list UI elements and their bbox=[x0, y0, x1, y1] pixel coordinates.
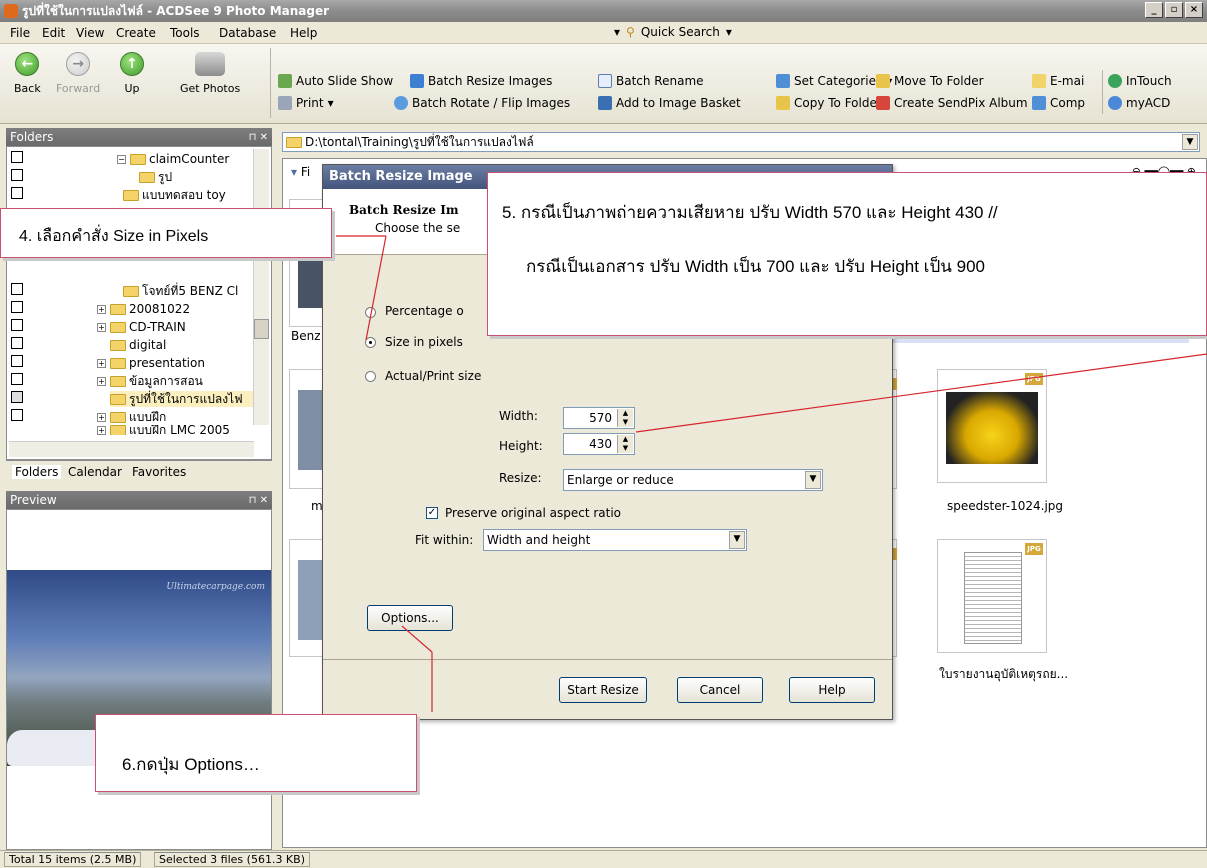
status-bar: Total 15 items (2.5 MB) Selected 3 files… bbox=[0, 850, 1207, 868]
callout-step-5-line1: 5. กรณีเป็นภาพถ่ายความเสียหาย ปรับ Width… bbox=[502, 203, 998, 222]
callout-step-5: 5. กรณีเป็นภาพถ่ายความเสียหาย ปรับ Width… bbox=[487, 172, 1207, 336]
callout-step-6-text: 6.กดปุ่ม Options… bbox=[122, 755, 260, 774]
callout-step-5-line2: กรณีเป็นเอกสาร ปรับ Width เป็น 700 และ ป… bbox=[526, 257, 985, 276]
callout-step-4: 4. เลือกคำสั่ง Size in Pixels bbox=[0, 208, 332, 258]
callout-6-line-b bbox=[401, 625, 433, 653]
callout-5-line bbox=[635, 353, 1207, 433]
callout-4-line-b bbox=[365, 235, 387, 341]
status-selected: Selected 3 files (561.3 KB) bbox=[154, 852, 310, 867]
callout-step-6: 6.กดปุ่ม Options… bbox=[95, 714, 417, 792]
status-total: Total 15 items (2.5 MB) bbox=[4, 852, 142, 867]
callout-step-4-text: 4. เลือกคำสั่ง Size in Pixels bbox=[19, 228, 209, 245]
